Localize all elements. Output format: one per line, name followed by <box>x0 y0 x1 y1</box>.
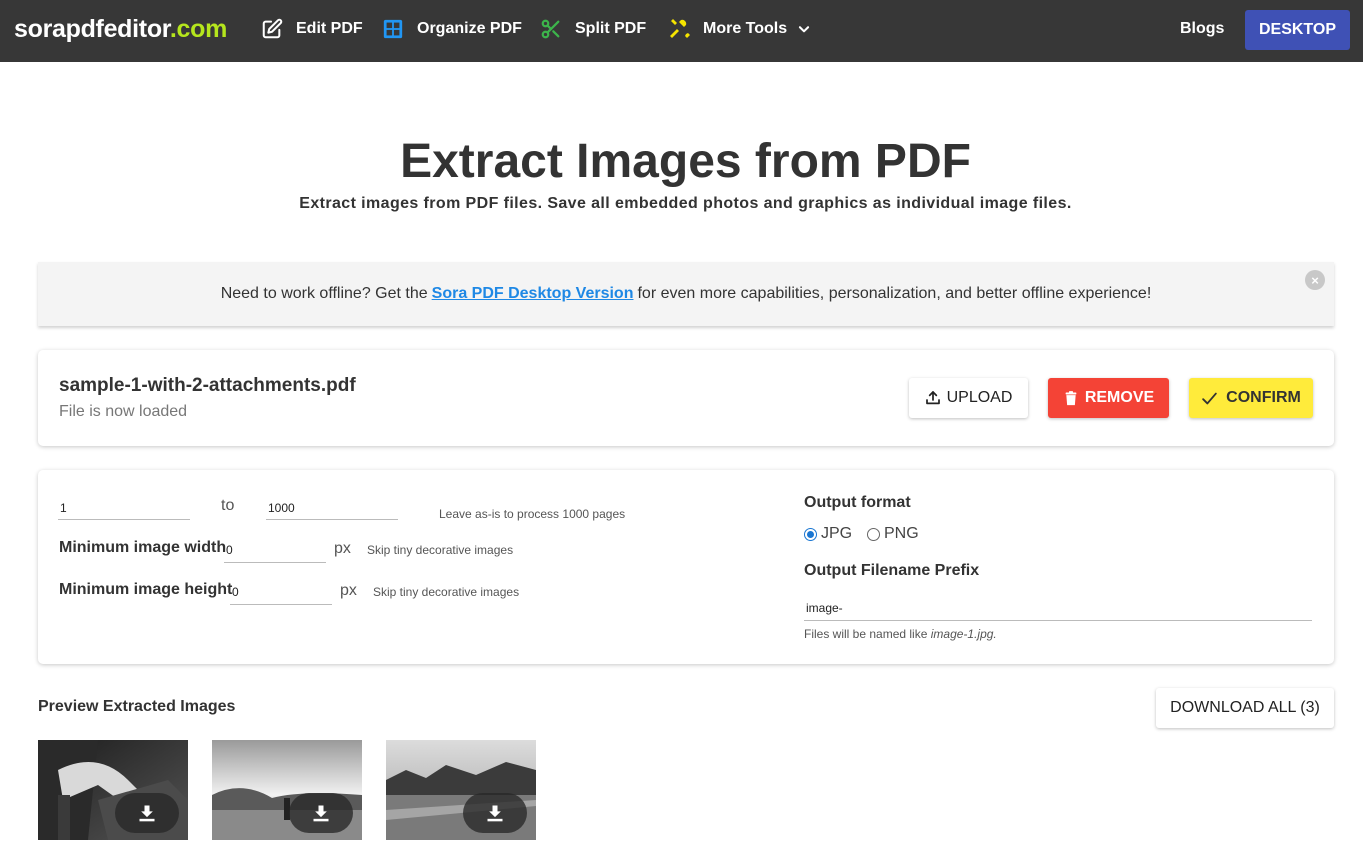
nav-edit-pdf[interactable]: Edit PDF <box>260 17 363 41</box>
min-height-label: Minimum image height <box>59 581 233 598</box>
prefix-label: Output Filename Prefix <box>804 562 980 579</box>
brand-logo[interactable]: sorapdfeditor.com <box>14 15 227 44</box>
upload-label: UPLOAD <box>946 389 1013 406</box>
desktop-version-link[interactable]: Sora PDF Desktop Version <box>432 285 634 303</box>
page-range-hint: Leave as-is to process 1000 pages <box>439 507 626 521</box>
navbar: sorapdfeditor.com Edit PDF Organize PDF … <box>0 0 1363 62</box>
thumbnail-image <box>38 740 188 840</box>
nav-organize-pdf[interactable]: Organize PDF <box>381 17 522 41</box>
file-status: File is now loaded <box>59 403 188 420</box>
confirm-button[interactable]: CONFIRM <box>1189 378 1313 418</box>
filename-hint-text: Files will be named like <box>804 627 928 641</box>
nav-blogs[interactable]: Blogs <box>1180 20 1224 38</box>
nav-split-pdf-label: Split PDF <box>575 20 647 37</box>
offline-banner: Need to work offline? Get the Sora PDF D… <box>38 262 1334 326</box>
brand-main: sorapdfeditor <box>14 15 170 43</box>
remove-button[interactable]: REMOVE <box>1048 378 1169 418</box>
filename-hint: Files will be named like image-1.jpg. <box>804 627 997 641</box>
file-card: sample-1-with-2-attachments.pdf File is … <box>38 350 1334 446</box>
brand-tld: .com <box>169 15 227 43</box>
radio-checked-icon <box>804 527 817 541</box>
thumbnail-image <box>212 740 362 840</box>
upload-icon <box>925 390 941 406</box>
download-icon <box>487 805 503 822</box>
trash-icon <box>1063 390 1079 407</box>
min-width-input[interactable] <box>224 537 326 563</box>
download-icon <box>313 805 329 822</box>
output-format-label: Output format <box>804 494 911 511</box>
to-label: to <box>221 497 235 514</box>
page-from-input[interactable] <box>58 496 190 520</box>
min-height-unit: px <box>340 582 357 599</box>
desktop-button[interactable]: DESKTOP <box>1245 10 1350 50</box>
edit-icon <box>260 17 284 41</box>
min-height-input[interactable] <box>230 579 332 605</box>
download-all-button[interactable]: DOWNLOAD ALL (3) <box>1156 688 1334 728</box>
thumbnail-image <box>386 740 536 840</box>
min-height-hint: Skip tiny decorative images <box>373 585 520 599</box>
banner-text-after: for even more capabilities, personalizat… <box>637 285 1152 302</box>
min-width-hint: Skip tiny decorative images <box>367 543 514 557</box>
prefix-input[interactable] <box>804 595 1312 621</box>
min-width-label: Minimum image width <box>59 539 227 556</box>
min-width-unit: px <box>334 540 351 557</box>
confirm-label: CONFIRM <box>1226 389 1301 406</box>
remove-label: REMOVE <box>1084 389 1155 406</box>
banner-text-before: Need to work offline? Get the <box>220 285 428 302</box>
close-icon[interactable]: × <box>1305 270 1325 290</box>
chevron-down-icon <box>797 22 811 36</box>
nav-edit-pdf-label: Edit PDF <box>296 20 363 37</box>
nav-organize-pdf-label: Organize PDF <box>417 20 522 37</box>
options-card: to Leave as-is to process 1000 pages Min… <box>38 470 1334 664</box>
upload-button[interactable]: UPLOAD <box>909 378 1028 418</box>
download-image-button[interactable] <box>463 793 527 833</box>
page-title: Extract Images from PDF <box>400 135 971 188</box>
scissors-icon <box>539 17 563 41</box>
format-png-label: PNG <box>884 525 919 542</box>
page-subtitle: Extract images from PDF files. Save all … <box>299 195 1072 212</box>
nav-split-pdf[interactable]: Split PDF <box>539 17 646 41</box>
download-image-button[interactable] <box>289 793 353 833</box>
download-image-button[interactable] <box>115 793 179 833</box>
check-icon <box>1201 390 1218 407</box>
filename-hint-example: image-1.jpg. <box>930 627 997 641</box>
format-png-radio[interactable]: PNG <box>867 525 919 543</box>
radio-unchecked-icon <box>867 527 880 541</box>
page-to-input[interactable] <box>266 496 398 520</box>
file-name: sample-1-with-2-attachments.pdf <box>59 375 356 396</box>
nav-more-tools[interactable]: More Tools <box>667 17 811 41</box>
tools-icon <box>667 17 691 41</box>
download-icon <box>139 805 155 822</box>
nav-more-tools-label: More Tools <box>703 20 788 37</box>
preview-title: Preview Extracted Images <box>38 698 236 715</box>
grid-icon <box>381 17 405 41</box>
format-jpg-label: JPG <box>821 525 853 542</box>
format-jpg-radio[interactable]: JPG <box>804 525 852 543</box>
